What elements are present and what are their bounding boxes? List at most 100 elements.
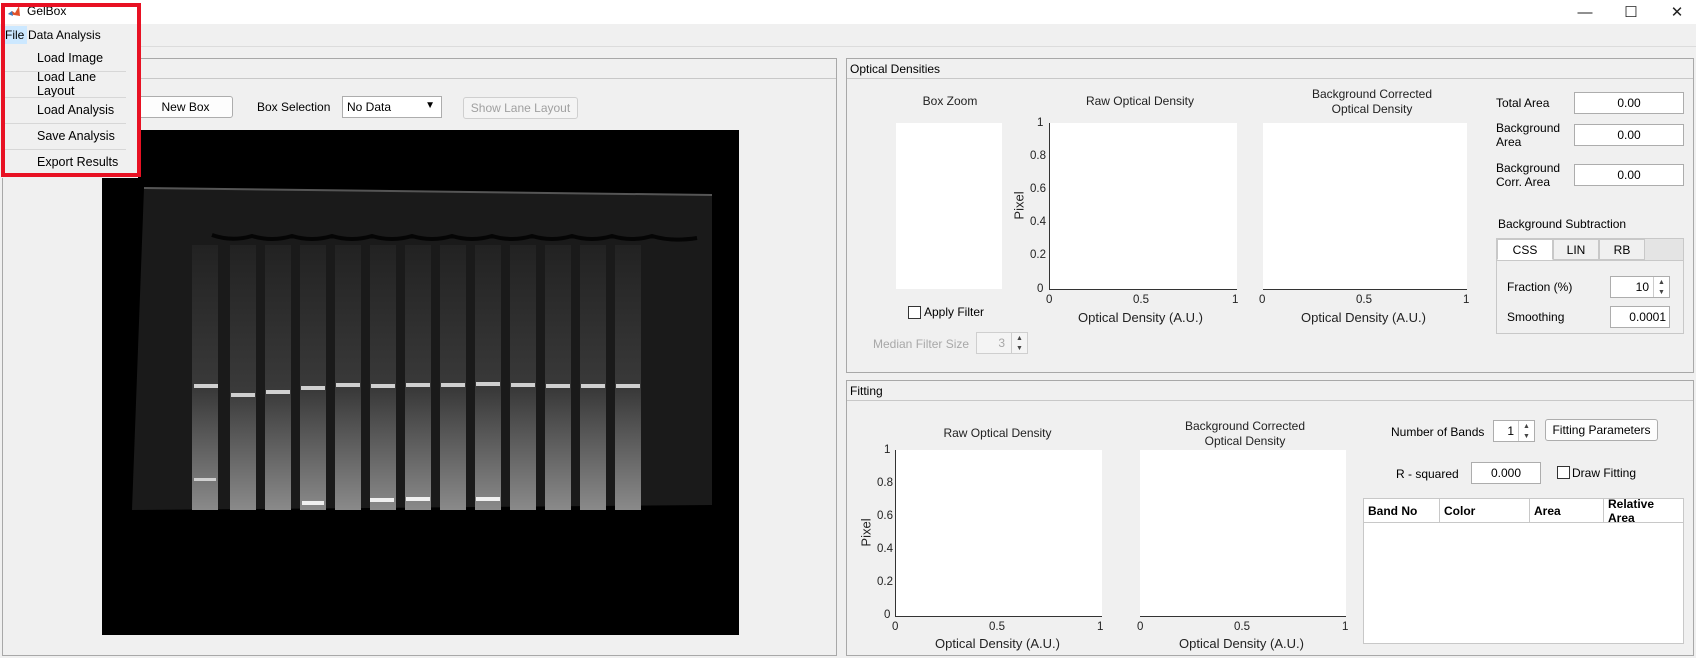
fit-raw-xlabel: Optical Density (A.U.)	[935, 636, 1060, 651]
fit-raw-ytick: 0.2	[877, 576, 893, 588]
smoothing-label: Smoothing	[1507, 310, 1565, 324]
box-selection-value: No Data	[347, 100, 392, 114]
od-raw-ytick: 0.6	[1030, 183, 1046, 195]
median-filter-label: Median Filter Size	[873, 337, 970, 351]
od-bg-xtick: 1	[1463, 294, 1470, 306]
bg-corr-area-label-1: Background	[1496, 161, 1561, 175]
od-raw-axes	[1049, 123, 1237, 290]
num-bands-spinner[interactable]: ▲ ▼	[1518, 421, 1534, 441]
total-area-value: 0.00	[1617, 96, 1641, 110]
od-raw-ytick: 0	[1037, 283, 1044, 295]
fit-bg-xlabel: Optical Density (A.U.)	[1179, 636, 1304, 651]
new-box-button[interactable]: New Box	[138, 96, 233, 118]
total-area-label: Total Area	[1496, 96, 1550, 110]
tab-css[interactable]: CSS	[1497, 239, 1553, 260]
fitting-header-line	[847, 400, 1693, 401]
od-raw-ytick: 0.8	[1030, 150, 1046, 162]
od-raw-xtick: 0.5	[1133, 294, 1149, 306]
show-lane-layout-button[interactable]: Show Lane Layout	[463, 97, 578, 119]
fit-raw-ytick: 0	[884, 609, 891, 621]
column-header-area[interactable]: Area	[1530, 499, 1604, 522]
column-header-relative-area[interactable]: Relative Area	[1604, 497, 1683, 525]
bg-corr-area-label-2: Corr. Area	[1496, 175, 1551, 189]
optical-densities-header-line	[847, 78, 1693, 79]
gel-image[interactable]	[102, 130, 739, 635]
column-header-color[interactable]: Color	[1440, 499, 1530, 522]
draw-fitting-label: Draw Fitting	[1572, 466, 1637, 480]
od-bg-title-line2: Optical Density	[1331, 102, 1413, 116]
od-raw-title: Raw Optical Density	[1085, 94, 1195, 108]
draw-fitting-checkbox[interactable]	[1557, 466, 1570, 479]
background-area-field: 0.00	[1574, 124, 1684, 146]
fit-bg-title-line1: Background Corrected	[1184, 419, 1306, 433]
fit-raw-axes	[895, 450, 1102, 617]
fit-bg-xtick: 0	[1137, 621, 1144, 633]
fit-raw-xtick: 0.5	[989, 621, 1005, 633]
tab-rb[interactable]: RB	[1599, 239, 1645, 260]
bands-table[interactable]: Band No Color Area Relative Area	[1363, 497, 1684, 644]
od-raw-ytick: 1	[1037, 117, 1044, 129]
total-area-field: 0.00	[1574, 92, 1684, 114]
od-raw-ytick: 0.2	[1030, 249, 1046, 261]
bg-corr-area-value: 0.00	[1617, 168, 1641, 182]
od-raw-ytick: 0.4	[1030, 216, 1046, 228]
bg-subtraction-title: Background Subtraction	[1498, 217, 1627, 231]
minimize-button[interactable]: —	[1562, 0, 1608, 24]
box-selection-label: Box Selection	[257, 100, 331, 114]
maximize-button[interactable]: ☐	[1608, 0, 1654, 24]
box-selection-dropdown[interactable]: No Data ▼	[342, 96, 442, 118]
median-filter-spinner[interactable]: ▲ ▼	[1011, 333, 1027, 353]
background-area-label-1: Background	[1496, 121, 1561, 135]
fit-raw-ytick: 0.8	[877, 477, 893, 489]
chevron-down-icon: ▼	[425, 100, 435, 111]
fit-bg-title-line2: Optical Density	[1204, 434, 1286, 448]
smoothing-input[interactable]: 0.0001	[1610, 306, 1670, 328]
median-filter-input[interactable]: 3 ▲ ▼	[976, 332, 1028, 354]
fraction-input[interactable]: 10 ▲ ▼	[1610, 276, 1670, 298]
apply-filter-label: Apply Filter	[924, 305, 985, 319]
num-bands-value: 1	[1507, 424, 1514, 438]
fitting-parameters-button[interactable]: Fitting Parameters	[1545, 419, 1658, 441]
fitting-title: Fitting	[850, 384, 883, 398]
bg-subtraction-tabgroup: CSS LIN RB Fraction (%) 10 ▲ ▼ Smoothing …	[1496, 238, 1684, 334]
od-bg-xlabel: Optical Density (A.U.)	[1301, 310, 1426, 325]
fraction-value: 10	[1635, 280, 1649, 294]
optical-densities-title: Optical Densities	[850, 62, 941, 76]
box-zoom-title: Box Zoom	[922, 94, 978, 108]
bands-table-header: Band No Color Area Relative Area	[1364, 497, 1683, 525]
background-area-label-2: Area	[1496, 135, 1522, 149]
num-bands-label: Number of Bands	[1391, 425, 1485, 439]
column-header-band-no[interactable]: Band No	[1364, 499, 1440, 522]
apply-filter-checkbox[interactable]	[908, 306, 921, 319]
fit-bg-xtick: 1	[1342, 621, 1349, 633]
fraction-spinner[interactable]: ▲ ▼	[1653, 277, 1669, 297]
fit-raw-ytick: 0.4	[877, 543, 893, 555]
fit-bg-axes	[1140, 450, 1346, 617]
smoothing-value: 0.0001	[1629, 310, 1666, 324]
r-squared-value: 0.000	[1490, 466, 1522, 480]
tab-lin[interactable]: LIN	[1553, 239, 1599, 260]
od-bg-title-line1: Background Corrected	[1311, 87, 1433, 101]
od-bg-axes	[1263, 123, 1467, 290]
close-button[interactable]: ✕	[1654, 0, 1696, 24]
od-raw-ylabel: Pixel	[1011, 191, 1027, 220]
fit-raw-ytick: 0.6	[877, 510, 893, 522]
od-bg-xtick: 0.5	[1356, 294, 1372, 306]
fit-bg-xtick: 0.5	[1234, 621, 1250, 633]
box-zoom-axes	[896, 123, 1002, 289]
fit-raw-xtick: 0	[892, 621, 899, 633]
median-filter-value: 3	[998, 336, 1005, 350]
od-bg-xtick: 0	[1259, 294, 1266, 306]
bg-corr-area-field: 0.00	[1574, 164, 1684, 186]
highlight-box	[1, 3, 141, 177]
num-bands-input[interactable]: 1 ▲ ▼	[1493, 420, 1535, 442]
od-raw-xlabel: Optical Density (A.U.)	[1078, 310, 1203, 325]
fit-raw-xtick: 1	[1097, 621, 1104, 633]
r-squared-field: 0.000	[1471, 462, 1541, 484]
title-bar: GelBox — ☐ ✕	[0, 0, 1696, 24]
od-raw-xtick: 0	[1046, 294, 1053, 306]
od-raw-xtick: 1	[1232, 294, 1239, 306]
gel-image-graphic	[132, 187, 713, 510]
fit-raw-ylabel: Pixel	[858, 518, 874, 547]
fit-raw-title: Raw Optical Density	[943, 426, 1052, 440]
